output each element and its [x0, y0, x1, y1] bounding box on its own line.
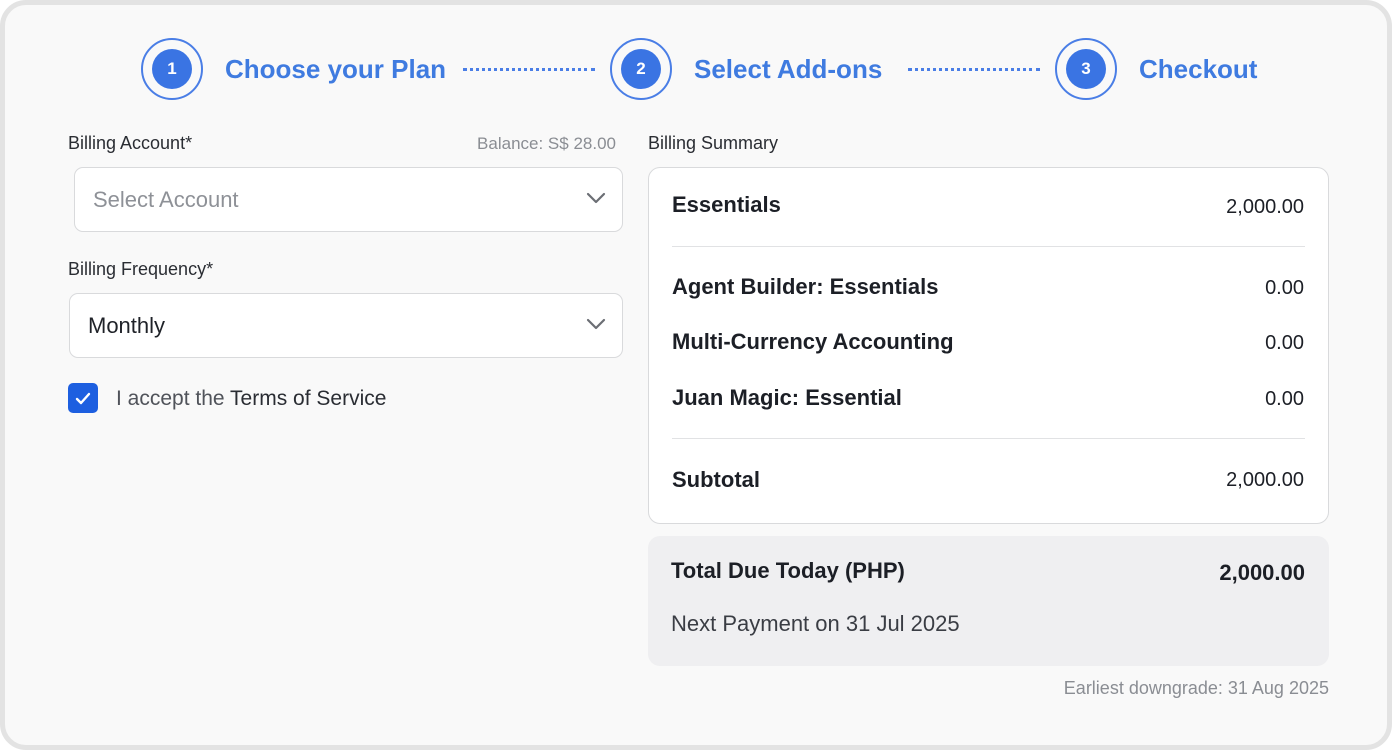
step-1-label: Choose your Plan	[225, 53, 447, 84]
step-checkout[interactable]: 3 Checkout	[1055, 38, 1257, 100]
billing-summary-card: Essentials 2,000.00 Agent Builder: Essen…	[648, 167, 1329, 524]
summary-divider	[672, 246, 1305, 247]
chevron-down-icon	[586, 318, 606, 330]
checkout-panel: 1 Choose your Plan 2 Select Add-ons 3 Ch…	[0, 0, 1392, 750]
step-3-number: 3	[1066, 49, 1106, 89]
step-1-number: 1	[152, 49, 192, 89]
summary-divider	[672, 438, 1305, 439]
step-3-label: Checkout	[1139, 53, 1258, 84]
account-balance: Balance: S$ 28.00	[477, 134, 616, 153]
next-payment-text: Next Payment on 31 Jul 2025	[671, 611, 960, 636]
earliest-downgrade-text: Earliest downgrade: 31 Aug 2025	[1063, 678, 1329, 698]
step-choose-plan[interactable]: 1 Choose your Plan	[141, 38, 446, 100]
step-connector-2	[908, 68, 1040, 71]
step-2-label: Select Add-ons	[694, 53, 883, 84]
terms-text: I accept the Terms of Service	[116, 387, 386, 411]
step-3-indicator: 3	[1055, 38, 1117, 100]
billing-account-placeholder: Select Account	[93, 186, 239, 212]
total-due-amount: 2,000.00	[1219, 560, 1305, 585]
total-due-box: Total Due Today (PHP) 2,000.00 Next Paym…	[648, 536, 1329, 666]
step-2-indicator: 2	[610, 38, 672, 100]
billing-frequency-select[interactable]: Monthly	[69, 293, 623, 358]
billing-frequency-value: Monthly	[88, 312, 166, 338]
terms-of-service-link[interactable]: Terms of Service	[230, 387, 386, 410]
chevron-down-icon	[586, 192, 606, 204]
addon-name: Juan Magic: Essential	[672, 385, 902, 410]
billing-account-label: Billing Account*	[68, 133, 193, 153]
step-1-indicator: 1	[141, 38, 203, 100]
billing-summary-label: Billing Summary	[648, 133, 779, 153]
plan-name: Essentials	[672, 192, 781, 217]
terms-checkbox[interactable]	[68, 383, 98, 413]
addon-amount: 0.00	[1265, 388, 1304, 410]
subtotal-label: Subtotal	[672, 467, 760, 492]
addon-amount: 0.00	[1265, 277, 1304, 299]
addon-name: Multi-Currency Accounting	[672, 329, 954, 354]
subtotal-amount: 2,000.00	[1226, 469, 1304, 491]
terms-prefix: I accept the	[116, 387, 225, 410]
addon-name: Agent Builder: Essentials	[672, 274, 939, 299]
total-due-label: Total Due Today (PHP)	[671, 558, 905, 583]
step-connector-1	[463, 68, 595, 71]
addon-amount: 0.00	[1265, 332, 1304, 354]
step-2-number: 2	[621, 49, 661, 89]
checkmark-icon	[75, 392, 91, 404]
billing-account-select[interactable]: Select Account	[74, 167, 623, 232]
billing-frequency-label: Billing Frequency*	[68, 259, 214, 279]
plan-amount: 2,000.00	[1226, 196, 1304, 218]
step-select-addons[interactable]: 2 Select Add-ons	[610, 38, 882, 100]
